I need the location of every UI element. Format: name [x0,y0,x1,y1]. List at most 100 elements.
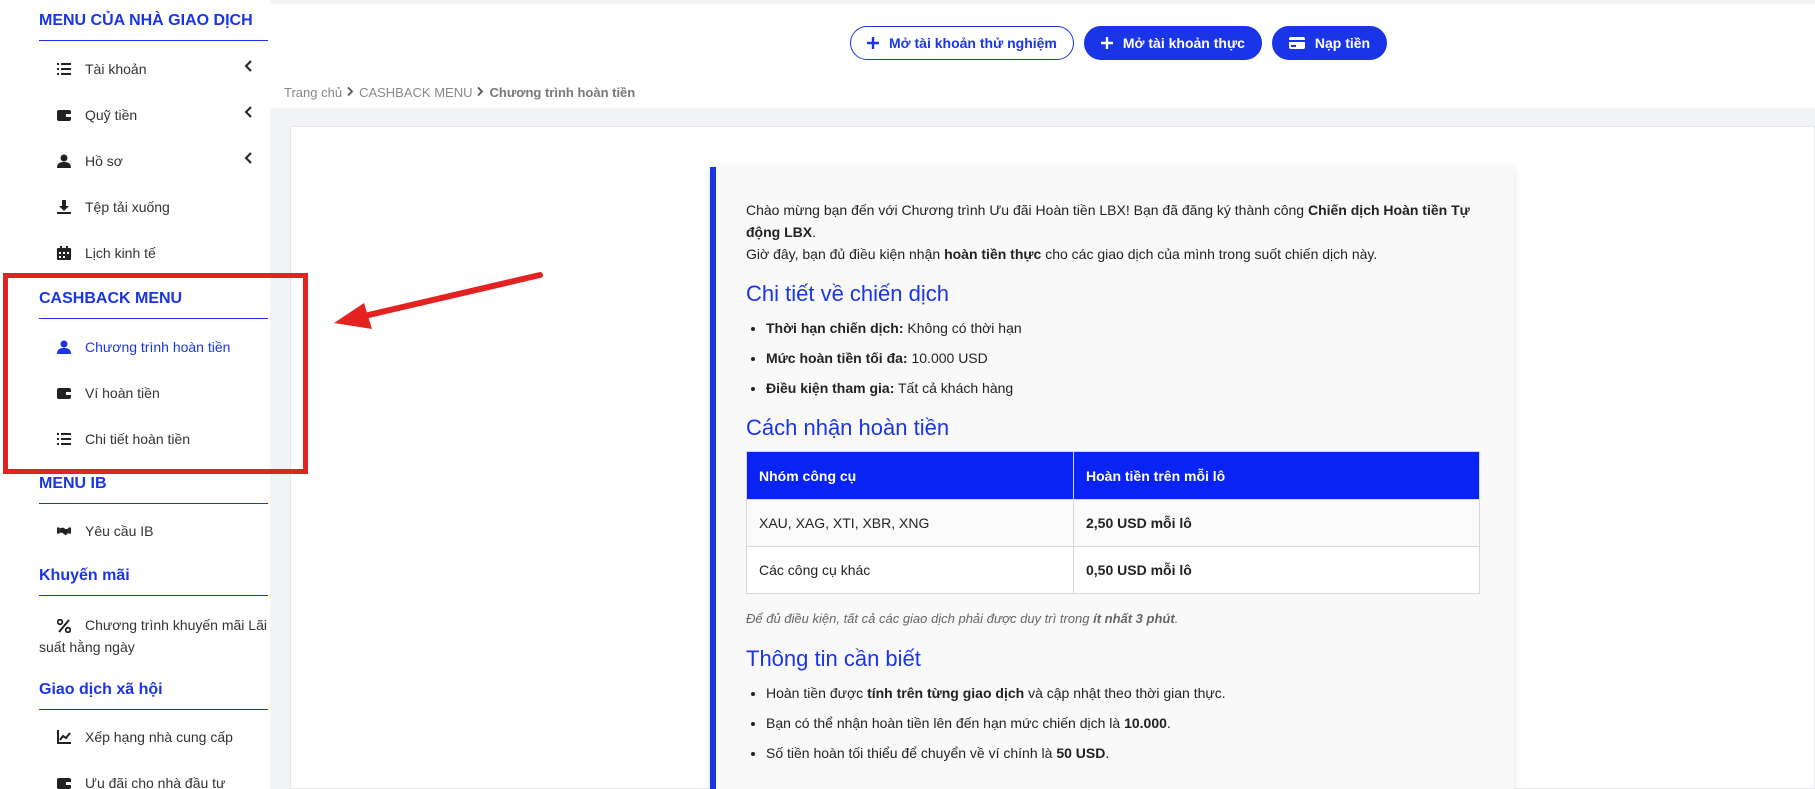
list-item: Điều kiện tham gia: Tất cả khách hàng [766,377,1484,399]
cashback-program-card: Chào mừng bạn đến với Chương trình Ưu đã… [710,167,1514,789]
list-item: Bạn có thể nhận hoàn tiền lên đến hạn mứ… [766,712,1484,734]
info-text: . [1166,715,1171,731]
sidebar-item-provider-rank[interactable]: Xếp hạng nhà cung cấp [39,728,268,748]
table-header-cell: Nhóm công cụ [746,451,1074,500]
chevron-left-icon[interactable] [244,152,258,164]
eligibility-text: Giờ đây, bạn đủ điều kiện nhận [746,246,945,262]
wallet-icon [55,774,73,789]
handshake-icon [55,522,73,540]
sidebar-item-label: Hồ sơ [85,153,123,169]
eligibility-note: Để đủ điều kiện, tất cả các giao dịch ph… [746,608,1484,630]
info-text: Số tiền hoàn tối thiểu để chuyển về ví c… [766,745,1057,761]
intro-end: . [812,224,816,240]
open-real-account-button[interactable]: Mở tài khoản thực [1083,26,1262,60]
sidebar-item-label: Quỹ tiền [85,107,138,123]
top-bar [270,0,1815,4]
info-heading: Thông tin cần biết [746,646,921,671]
sidebar-item-ib-request[interactable]: Yêu cầu IB [39,522,268,542]
section-ib-menu: MENU IB [39,475,268,504]
detail-value: Tất cả khách hàng [894,380,1014,396]
table-row: Các công cụ khác 0,50 USD mỗi lô [746,546,1480,594]
sidebar-item-label: Yêu cầu IB [85,523,154,539]
eligibility-end: cho các giao dịch của mình trong suốt ch… [1041,246,1378,262]
plus-icon [867,37,879,49]
button-label: Nạp tiền [1314,35,1371,51]
sidebar-item-calendar[interactable]: Lịch kinh tế [39,244,268,264]
cashback-rate-table: Nhóm công cụ Hoàn tiền trên mỗi lô XAU, … [746,451,1480,594]
detail-label: Mức hoàn tiền tối đa: [766,350,908,366]
arrow-annotation-icon [334,272,543,329]
sidebar-item-downloads[interactable]: Tệp tải xuống [39,198,268,218]
eligibility-bold: hoàn tiền thực [944,246,1042,262]
intro-text: Chào mừng bạn đến với Chương trình Ưu đã… [746,202,1308,218]
download-icon [55,198,73,216]
detail-value: Không có thời hạn [903,320,1022,336]
sidebar-item-label: Xếp hạng nhà cung cấp [85,729,233,745]
sidebar-item-funds[interactable]: Quỹ tiền [39,106,268,126]
table-cell: XAU, XAG, XTI, XBR, XNG [746,499,1074,547]
list-item: Mức hoàn tiền tối đa: 10.000 USD [766,347,1484,369]
intro-paragraph: Chào mừng bạn đến với Chương trình Ưu đã… [746,199,1484,243]
campaign-details-list: Thời hạn chiến dịch: Không có thời hạn M… [746,317,1484,399]
table-header-cell: Hoàn tiền trên mỗi lô [1073,451,1480,500]
chevron-left-icon[interactable] [244,106,258,118]
note-bold: ít nhất 3 phút [1093,611,1175,626]
note-text: Để đủ điều kiện, tất cả các giao dịch ph… [746,611,1094,626]
chart-line-icon [55,728,73,746]
wallet-icon [55,106,73,124]
info-bold: tính trên từng giao dịch [867,685,1025,701]
table-cell: Các công cụ khác [746,546,1074,594]
deposit-button[interactable]: Nạp tiền [1271,26,1388,60]
sidebar-item-label: Tài khoản [85,61,147,77]
percent-icon [55,617,73,635]
table-row: XAU, XAG, XTI, XBR, XNG 2,50 USD mỗi lô [746,499,1480,547]
info-text: . [1105,745,1110,761]
info-text: Bạn có thể nhận hoàn tiền lên đến hạn mứ… [766,715,1125,731]
note-end: . [1174,611,1179,626]
info-bold: 50 USD [1056,745,1106,761]
open-demo-account-button[interactable]: Mở tài khoản thử nghiệm [850,26,1074,60]
chevron-right-icon [347,86,354,99]
table-cell: 0,50 USD mỗi lô [1073,546,1480,594]
info-bold: 10.000 [1124,715,1167,731]
section-promotions: Khuyến mãi [39,567,268,596]
button-label: Mở tài khoản thực [1122,35,1245,51]
breadcrumb-current: Chương trình hoàn tiền [489,85,636,100]
sidebar-item-account[interactable]: Tài khoản [39,60,268,80]
how-to-get-cashback-heading: Cách nhận hoàn tiền [746,415,950,440]
campaign-details-heading: Chi tiết về chiến dịch [746,281,949,306]
info-list: Hoàn tiền được tính trên từng giao dịch … [746,682,1484,764]
table-cell: 2,50 USD mỗi lô [1073,499,1480,547]
sidebar-item-daily-interest[interactable]: Chương trình khuyến mãi Lãi suất hằng ng… [39,614,268,658]
eligibility-paragraph: Giờ đây, bạn đủ điều kiện nhận hoàn tiền… [746,243,1484,265]
list-icon [55,60,73,78]
sidebar-item-profile[interactable]: Hồ sơ [39,152,268,172]
breadcrumb: Trang chủ CASHBACK MENU Chương trình hoà… [284,85,635,100]
button-label: Mở tài khoản thử nghiệm [889,35,1057,51]
sidebar-item-label: Lịch kinh tế [85,245,156,261]
list-item: Thời hạn chiến dịch: Không có thời hạn [766,317,1484,339]
user-icon [55,152,73,170]
sidebar-item-label: Ưu đãi cho nhà đầu tư [85,775,226,789]
chevron-left-icon[interactable] [244,60,258,72]
highlight-box-annotation [3,273,308,474]
info-text: và cập nhật theo thời gian thực. [1024,685,1226,701]
breadcrumb-home[interactable]: Trang chủ [284,85,342,100]
credit-card-icon [1288,37,1305,49]
breadcrumb-section[interactable]: CASHBACK MENU [359,85,472,100]
list-item: Số tiền hoàn tối thiểu để chuyển về ví c… [766,742,1484,764]
sidebar-item-label: Tệp tải xuống [85,199,170,215]
table-header-row: Nhóm công cụ Hoàn tiền trên mỗi lô [746,451,1480,500]
section-social-trading: Giao dịch xã hội [39,681,268,710]
detail-value: 10.000 USD [907,350,988,366]
plus-icon [1100,37,1113,49]
chevron-right-icon [477,86,484,99]
detail-label: Điều kiện tham gia: [766,380,895,396]
sidebar-item-label: Chương trình khuyến mãi Lãi suất hằng ng… [39,617,267,655]
calendar-icon [55,244,73,262]
header-actions: Mở tài khoản thử nghiệm Mở tài khoản thự… [850,26,1388,60]
detail-label: Thời hạn chiến dịch: [766,320,904,336]
section-trader-menu: MENU CỦA NHÀ GIAO DỊCH [39,12,268,41]
list-item: Hoàn tiền được tính trên từng giao dịch … [766,682,1484,704]
sidebar-item-investor-offers[interactable]: Ưu đãi cho nhà đầu tư [39,774,268,789]
